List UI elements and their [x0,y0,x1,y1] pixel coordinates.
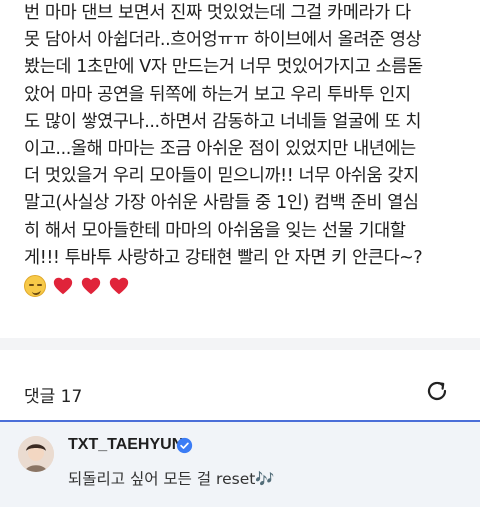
comments-count-label[interactable]: 댓글 17 [24,382,82,407]
post-line: 도 많이 쌓였구나...하면서 감동하고 너네들 얼굴에 또 치 [24,111,422,132]
emoji-row [24,273,472,300]
post-body: 번 마마 댄브 보면서 진짜 멋있었는데 그걸 카메라가 다 못 담아서 아쉽더… [24,0,472,300]
post-line: 번 마마 댄브 보면서 진짜 멋있었는데 그걸 카메라가 다 [24,3,411,23]
avatar-image [18,436,54,472]
heart-icon [109,278,129,295]
heart-icon [53,278,73,295]
post-line: 더 멋있을거 우리 모아들이 믿으니까!! 너무 아쉬움 갖지 [24,166,419,187]
post-line: 았어 마마 공연을 뒤쪽에 하는거 보고 우리 투바투 인지 [24,84,411,105]
post-line: 히 해서 모아들한테 마마의 아쉬움을 잊는 선물 기대할 [24,220,406,241]
section-divider [0,338,480,350]
post-line: 게!!! 투바투 사랑하고 강태현 빨리 안 자면 키 안큰다~? [24,247,423,268]
comment-card[interactable]: TXT_TAEHYUN 되돌리고 싶어 모든 걸 reset🎶 [0,420,480,507]
avatar[interactable] [18,436,54,472]
comments-header: 댓글 17 [0,370,480,410]
heart-icon [81,278,101,295]
post-line: 이고...올해 마마는 조금 아쉬운 점이 있었지만 내년에는 [24,138,416,159]
smirk-icon [24,275,46,298]
comment-username[interactable]: TXT_TAEHYUN [68,436,183,454]
post-line: 말고(사실상 가장 아쉬운 사람들 중 1인) 컴백 준비 열심 [24,193,419,214]
refresh-icon[interactable] [423,377,451,405]
post-line: 못 담아서 아쉽더라..흐어엉ㅠㅠ 하이브에서 올려준 영상 [24,30,422,51]
verified-badge-icon [176,437,193,454]
post-line: 봤는데 1초만에 V자 만드는거 너무 멋있어가지고 소름돋 [24,57,423,78]
comment-text: 되돌리고 싶어 모든 걸 reset🎶 [68,470,275,488]
